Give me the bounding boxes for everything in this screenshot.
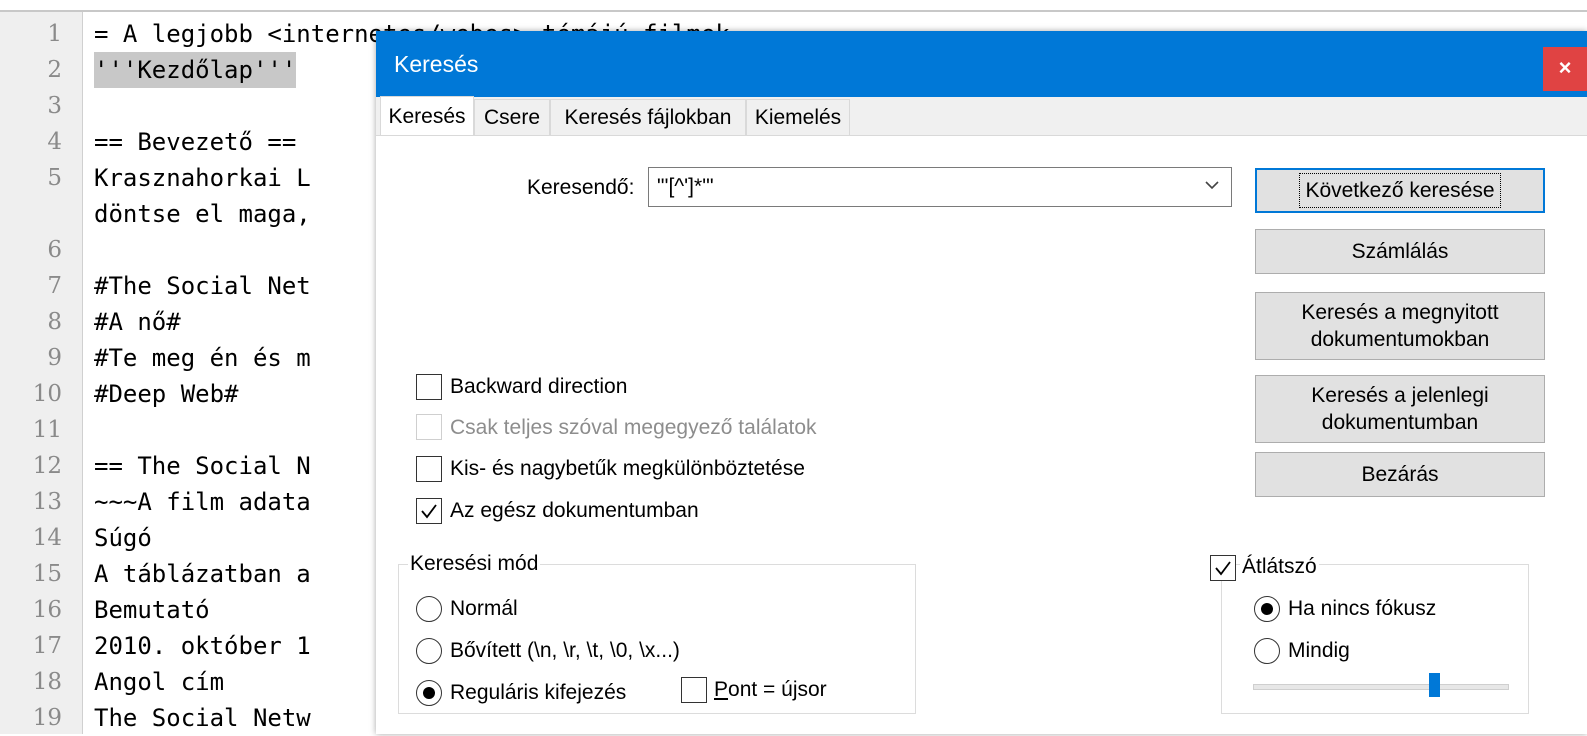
match-case-checkbox[interactable] — [416, 456, 442, 482]
whole-word-label: Csak teljes szóval megegyező találatok — [450, 416, 817, 439]
dot-matches-newline-checkbox[interactable] — [681, 677, 707, 703]
find-what-value: "'[^']*'" — [657, 175, 714, 198]
find-all-open-docs-label-1: Keresés a megnyitott — [1301, 301, 1499, 324]
search-mode-label: Keresési mód — [408, 552, 541, 576]
dialog-title: Keresés — [394, 51, 479, 77]
line-number: 12 — [32, 453, 62, 479]
editor-line: ~~~A film adata — [94, 488, 311, 516]
find-all-open-docs-button[interactable]: Keresés a megnyitott dokumentumokban — [1255, 292, 1545, 360]
editor-top-border — [0, 0, 1587, 12]
line-number: 18 — [32, 669, 62, 695]
dot-matches-newline-text: ont = újsor — [728, 678, 827, 701]
checkmark-icon — [421, 504, 437, 519]
find-all-current-doc-label-1: Keresés a jelenlegi — [1311, 384, 1489, 407]
always-label[interactable]: Mindig — [1288, 639, 1350, 663]
editor-line: #Deep Web# — [94, 380, 239, 408]
editor-line: Súgó — [94, 524, 152, 552]
dot-matches-newline-mnemonic: P — [714, 678, 729, 701]
line-number: 3 — [47, 93, 62, 119]
line-number: 7 — [47, 273, 62, 299]
tab-find-in-files[interactable]: Keresés fájlokban — [550, 99, 746, 135]
wrap-around-label[interactable]: Az egész dokumentumban — [450, 499, 699, 523]
editor-line: A táblázatban a — [94, 560, 311, 588]
tab-mark[interactable]: Kiemelés — [746, 99, 850, 135]
normal-mode-label[interactable]: Normál — [450, 597, 518, 621]
close-icon[interactable]: × — [1543, 47, 1587, 91]
editor-line: döntse el maga, — [94, 200, 311, 228]
on-losing-focus-label[interactable]: Ha nincs fókusz — [1288, 597, 1436, 621]
line-number: 17 — [32, 633, 62, 659]
count-button[interactable]: Számlálás — [1255, 229, 1545, 274]
chevron-down-icon[interactable] — [1203, 176, 1221, 194]
editor-line: 2010. október 1 — [94, 632, 311, 660]
whole-word-checkbox — [416, 414, 442, 440]
line-number: 19 — [32, 705, 62, 731]
always-radio[interactable] — [1254, 638, 1280, 664]
dot-matches-newline-label[interactable]: Pont = újsor — [714, 678, 827, 702]
transparency-label[interactable]: Átlátszó — [1240, 555, 1319, 579]
transparency-slider-track[interactable] — [1253, 684, 1509, 690]
normal-mode-radio[interactable] — [416, 596, 442, 622]
find-all-current-doc-button[interactable]: Keresés a jelenlegi dokumentumban — [1255, 375, 1545, 443]
match-case-label[interactable]: Kis- és nagybetűk megkülönböztetése — [450, 457, 805, 481]
editor-line: Angol cím — [94, 668, 225, 696]
extended-mode-radio[interactable] — [416, 638, 442, 664]
line-number: 13 — [32, 489, 62, 515]
transparency-slider-thumb[interactable] — [1429, 673, 1440, 697]
line-number: 16 — [32, 597, 62, 623]
line-number: 8 — [47, 309, 62, 335]
regex-mode-label[interactable]: Reguláris kifejezés — [450, 681, 626, 705]
tab-find[interactable]: Keresés — [380, 96, 474, 136]
line-number: 4 — [47, 129, 62, 155]
editor-line: == The Social N — [94, 452, 311, 480]
line-number: 6 — [47, 237, 62, 263]
find-all-open-docs-label-2: dokumentumokban — [1310, 328, 1490, 351]
editor-line: #A nő# — [94, 308, 181, 336]
editor-line: #The Social Net — [94, 272, 311, 300]
transparency-checkbox[interactable] — [1210, 555, 1236, 581]
extended-mode-label[interactable]: Bővített (\n, \r, \t, \0, \x...) — [450, 639, 680, 663]
line-number: 10 — [32, 381, 62, 407]
close-button[interactable]: Bezárás — [1255, 452, 1545, 497]
editor-line: Krasznahorkai L — [94, 164, 311, 192]
editor-line-selected: '''Kezdőlap''' — [94, 52, 297, 88]
line-number: 2 — [47, 57, 62, 83]
find-next-button[interactable]: Következő keresése — [1255, 168, 1545, 213]
line-number: 15 — [32, 561, 62, 587]
find-what-combobox[interactable]: "'[^']*'" — [648, 167, 1232, 207]
line-number-gutter: 1 2 3 4 5 6 7 8 9 10 11 12 13 14 15 16 1… — [0, 12, 83, 734]
backward-direction-checkbox[interactable] — [416, 374, 442, 400]
editor-line: == Bevezető == — [94, 128, 297, 156]
line-number: 9 — [47, 345, 62, 371]
dialog-titlebar[interactable]: Keresés × — [376, 31, 1587, 97]
line-number: 5 — [47, 165, 62, 191]
backward-direction-label[interactable]: Backward direction — [450, 375, 627, 399]
editor-line: Bemutató — [94, 596, 210, 624]
wrap-around-checkbox[interactable] — [416, 498, 442, 524]
find-all-current-doc-label-2: dokumentumban — [1321, 411, 1479, 434]
line-number: 14 — [32, 525, 62, 551]
line-number: 11 — [32, 417, 62, 443]
tab-replace[interactable]: Csere — [474, 99, 550, 135]
on-losing-focus-radio[interactable] — [1254, 596, 1280, 622]
editor-line: #Te meg én és m — [94, 344, 311, 372]
find-next-label: Következő keresése — [1299, 173, 1501, 208]
editor-line: The Social Netw — [94, 704, 311, 732]
regex-mode-radio[interactable] — [416, 680, 442, 706]
find-what-label: Keresendő: — [527, 176, 635, 199]
line-number — [0, 196, 62, 232]
checkmark-icon — [1215, 561, 1231, 576]
line-number: 1 — [47, 21, 62, 47]
